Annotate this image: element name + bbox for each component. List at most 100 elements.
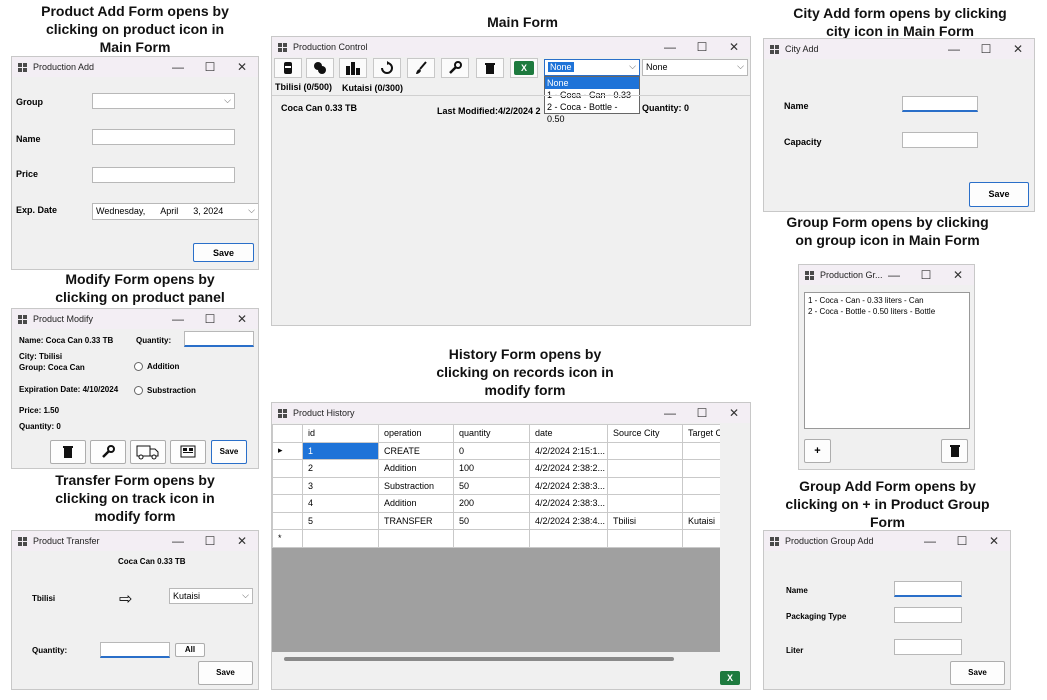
all-button[interactable]: All xyxy=(175,643,205,657)
transfer-button[interactable] xyxy=(130,440,166,464)
table-row[interactable]: 4 Addition 200 4/2/2024 2:38:3... xyxy=(272,494,720,513)
scrollbar-thumb[interactable] xyxy=(284,657,674,661)
subtraction-radio[interactable]: Substraction xyxy=(134,386,196,395)
exp-date-picker[interactable]: Wednesday, April 3, 2024 ⌵ xyxy=(92,203,258,220)
table-cell[interactable]: 200 xyxy=(453,494,530,513)
table-cell[interactable] xyxy=(682,494,720,513)
horizontal-scrollbar[interactable] xyxy=(272,652,720,666)
table-cell[interactable]: 2 xyxy=(302,459,379,478)
maximize-button[interactable]: ☐ xyxy=(686,403,718,423)
target-city-select[interactable]: Kutaisi ⌵ xyxy=(169,588,253,604)
city-button[interactable] xyxy=(339,58,367,78)
brush-button[interactable] xyxy=(407,58,435,78)
minimize-button[interactable]: — xyxy=(878,265,910,285)
product-filter-select[interactable]: None ⌵ xyxy=(544,59,640,76)
column-header[interactable]: date xyxy=(529,424,608,443)
table-cell[interactable]: Addition xyxy=(378,494,454,513)
list-item[interactable]: 1 - Coca - Can - 0.33 liters - Can xyxy=(808,295,966,306)
maximize-button[interactable]: ☐ xyxy=(194,57,226,77)
save-button[interactable]: Save xyxy=(969,182,1029,207)
table-cell[interactable]: 5 xyxy=(302,511,379,530)
liter-input[interactable] xyxy=(894,639,962,655)
table-cell[interactable]: 1 xyxy=(302,441,379,460)
table-row[interactable]: ▸ 1 CREATE 0 4/2/2024 2:15:1... xyxy=(272,441,720,460)
column-header[interactable]: Target Ci xyxy=(682,424,720,443)
minimize-button[interactable]: — xyxy=(938,39,970,59)
tab-tbilisi[interactable]: Tbilisi (0/500) xyxy=(275,82,332,92)
table-cell[interactable]: 4/2/2024 2:38:2... xyxy=(529,459,608,478)
name-input[interactable] xyxy=(92,129,235,145)
save-button[interactable]: Save xyxy=(950,661,1005,685)
minimize-button[interactable]: — xyxy=(162,309,194,329)
group-select[interactable]: ⌵ xyxy=(92,93,235,109)
table-cell[interactable] xyxy=(378,529,454,548)
maximize-button[interactable]: ☐ xyxy=(910,265,942,285)
close-button[interactable]: ✕ xyxy=(226,57,258,77)
table-cell[interactable]: 50 xyxy=(453,511,530,530)
refresh-button[interactable] xyxy=(373,58,401,78)
tab-kutaisi[interactable]: Kutaisi (0/300) xyxy=(342,83,403,93)
column-header[interactable]: quantity xyxy=(453,424,530,443)
packaging-input[interactable] xyxy=(894,607,962,623)
list-item[interactable]: 2 - Coca - Bottle - 0.50 liters - Bottle xyxy=(808,306,966,317)
table-cell[interactable] xyxy=(453,529,530,548)
minimize-button[interactable]: — xyxy=(162,57,194,77)
maximize-button[interactable]: ☐ xyxy=(970,39,1002,59)
table-cell[interactable]: 4/2/2024 2:15:1... xyxy=(529,441,608,460)
table-cell[interactable]: Addition xyxy=(378,459,454,478)
minimize-button[interactable]: — xyxy=(654,37,686,57)
table-row[interactable]: 3 Substraction 50 4/2/2024 2:38:3... xyxy=(272,476,720,495)
name-input[interactable] xyxy=(894,581,962,597)
minimize-button[interactable]: — xyxy=(162,531,194,551)
table-cell[interactable] xyxy=(607,476,683,495)
name-input[interactable] xyxy=(902,96,978,112)
table-cell[interactable] xyxy=(682,476,720,495)
table-cell[interactable] xyxy=(607,459,683,478)
table-cell[interactable]: 4/2/2024 2:38:3... xyxy=(529,476,608,495)
addition-radio[interactable]: Addition xyxy=(134,362,179,371)
close-button[interactable]: ✕ xyxy=(718,37,750,57)
close-button[interactable]: ✕ xyxy=(978,531,1010,551)
group-list[interactable]: 1 - Coca - Can - 0.33 liters - Can 2 - C… xyxy=(804,292,970,429)
add-group-button[interactable]: + xyxy=(804,439,831,463)
table-cell[interactable]: 4/2/2024 2:38:4... xyxy=(529,511,608,530)
table-cell[interactable]: CREATE xyxy=(378,441,454,460)
new-row[interactable]: * xyxy=(272,529,720,548)
table-cell[interactable]: 50 xyxy=(453,476,530,495)
product-button[interactable] xyxy=(274,58,302,78)
table-cell[interactable] xyxy=(529,529,608,548)
close-button[interactable]: ✕ xyxy=(226,531,258,551)
price-input[interactable] xyxy=(92,167,235,183)
product-panel-name[interactable]: Coca Can 0.33 TB xyxy=(281,103,357,113)
minimize-button[interactable]: — xyxy=(914,531,946,551)
table-cell[interactable]: 100 xyxy=(453,459,530,478)
table-cell[interactable] xyxy=(302,529,379,548)
excel-button[interactable]: X xyxy=(510,58,538,78)
maximize-button[interactable]: ☐ xyxy=(194,309,226,329)
table-cell[interactable] xyxy=(607,441,683,460)
edit-button[interactable] xyxy=(90,440,126,464)
table-cell[interactable]: 4 xyxy=(302,494,379,513)
table-cell[interactable] xyxy=(682,459,720,478)
table-cell[interactable]: Kutaisi xyxy=(682,511,720,530)
maximize-button[interactable]: ☐ xyxy=(946,531,978,551)
close-button[interactable]: ✕ xyxy=(942,265,974,285)
close-button[interactable]: ✕ xyxy=(226,309,258,329)
table-cell[interactable] xyxy=(607,494,683,513)
history-grid[interactable]: id operation quantity date Source City T… xyxy=(272,424,720,666)
column-header[interactable]: operation xyxy=(378,424,454,443)
table-cell[interactable]: Substraction xyxy=(378,476,454,495)
delete-button[interactable] xyxy=(476,58,504,78)
wrench-button[interactable] xyxy=(441,58,469,78)
save-button[interactable]: Save xyxy=(211,440,247,464)
save-button[interactable]: Save xyxy=(193,243,254,262)
close-button[interactable]: ✕ xyxy=(1002,39,1034,59)
maximize-button[interactable]: ☐ xyxy=(686,37,718,57)
city-filter-select[interactable]: None ⌵ xyxy=(642,59,748,76)
table-cell[interactable] xyxy=(682,441,720,460)
table-cell[interactable]: 3 xyxy=(302,476,379,495)
records-button[interactable] xyxy=(170,440,206,464)
delete-group-button[interactable] xyxy=(941,439,968,463)
table-cell[interactable]: 4/2/2024 2:38:3... xyxy=(529,494,608,513)
close-button[interactable]: ✕ xyxy=(718,403,750,423)
